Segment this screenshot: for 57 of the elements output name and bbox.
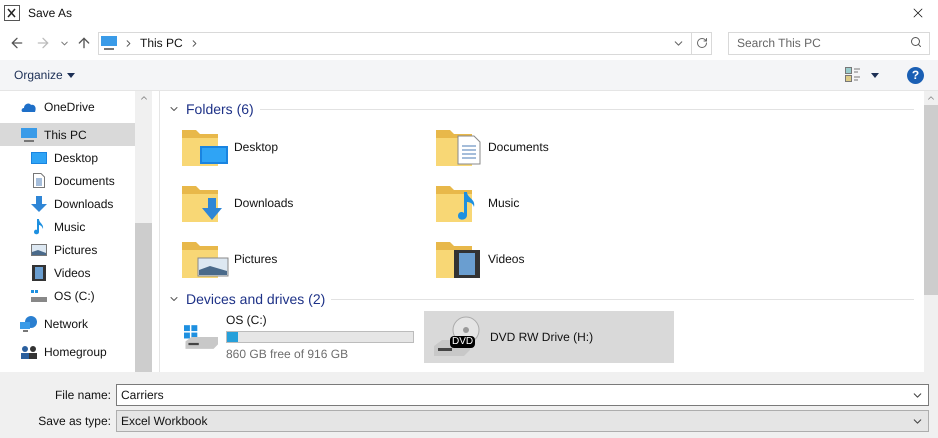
sidebar-item[interactable]: Pictures — [0, 238, 135, 261]
drive-label: OS (C:) — [226, 312, 268, 329]
document-icon — [33, 173, 45, 188]
folder-item[interactable]: Music — [436, 175, 690, 231]
details-view-icon — [845, 67, 861, 83]
drive-label: DVD RW Drive (H:) — [490, 329, 594, 346]
monitor-icon — [101, 36, 117, 50]
folder-item[interactable]: Downloads — [182, 175, 436, 231]
refresh-icon — [696, 37, 708, 49]
scrollbar[interactable] — [924, 91, 938, 372]
address-bar[interactable]: This PC — [98, 32, 712, 54]
free-space-text: 860 GB free of 916 GB — [226, 346, 350, 363]
drive-item[interactable]: DVD DVD RW Drive (H:) — [424, 311, 674, 363]
picture-icon — [31, 244, 47, 256]
folder-item[interactable]: Pictures — [182, 231, 436, 287]
search-icon — [910, 36, 922, 48]
drive-icon — [31, 290, 47, 302]
folder-item[interactable]: Videos — [436, 231, 690, 287]
monitor-icon — [21, 128, 37, 142]
sidebar-item[interactable]: OneDrive — [0, 95, 135, 118]
folder-item[interactable]: Desktop — [182, 119, 436, 175]
file-name-field[interactable]: Carriers — [116, 384, 929, 406]
caret-icon — [66, 72, 75, 78]
drive-item[interactable]: OS (C:) 860 GB free of 916 GB — [174, 311, 424, 363]
down-arrow-icon — [31, 196, 47, 212]
sidebar-item[interactable]: This PC — [0, 123, 135, 146]
sidebar-item[interactable]: Music — [0, 215, 135, 238]
window-title: Save As — [28, 5, 72, 22]
breadcrumb[interactable]: This PC — [140, 34, 183, 52]
search-field[interactable]: Search This PC — [728, 32, 930, 54]
field-label: Save as type: — [37, 413, 112, 430]
right-arrow-icon — [35, 35, 51, 51]
music-note-icon — [34, 218, 44, 234]
field-label: File name: — [54, 387, 112, 404]
sidebar-item[interactable]: Downloads — [0, 192, 135, 215]
organize-button[interactable]: Organize — [14, 66, 75, 84]
sidebar-item[interactable]: Homegroup — [0, 340, 135, 363]
sidebar-item[interactable]: Network — [0, 312, 135, 335]
app-icon — [4, 5, 20, 21]
sidebar-item[interactable]: OS (C:) — [0, 284, 135, 307]
sidebar-item[interactable]: Desktop — [0, 146, 135, 169]
caret-icon — [871, 72, 879, 78]
group-heading: Folders (6) — [186, 100, 254, 119]
group-heading: Devices and drives (2) — [186, 290, 326, 309]
view-options-button[interactable] — [845, 67, 879, 83]
scrollbar[interactable] — [135, 91, 152, 372]
sidebar-item[interactable]: Videos — [0, 261, 135, 284]
sidebar-item[interactable]: Documents — [0, 169, 135, 192]
dvd-label: DVD — [450, 336, 476, 348]
desktop-icon — [31, 152, 47, 164]
cloud-icon — [21, 102, 37, 112]
folder-item[interactable]: Documents — [436, 119, 690, 175]
help-button[interactable]: ? — [907, 66, 924, 84]
film-icon — [32, 264, 46, 280]
file-type-dropdown[interactable]: Excel Workbook — [116, 410, 929, 432]
people-icon — [20, 344, 38, 358]
network-icon — [20, 316, 38, 332]
